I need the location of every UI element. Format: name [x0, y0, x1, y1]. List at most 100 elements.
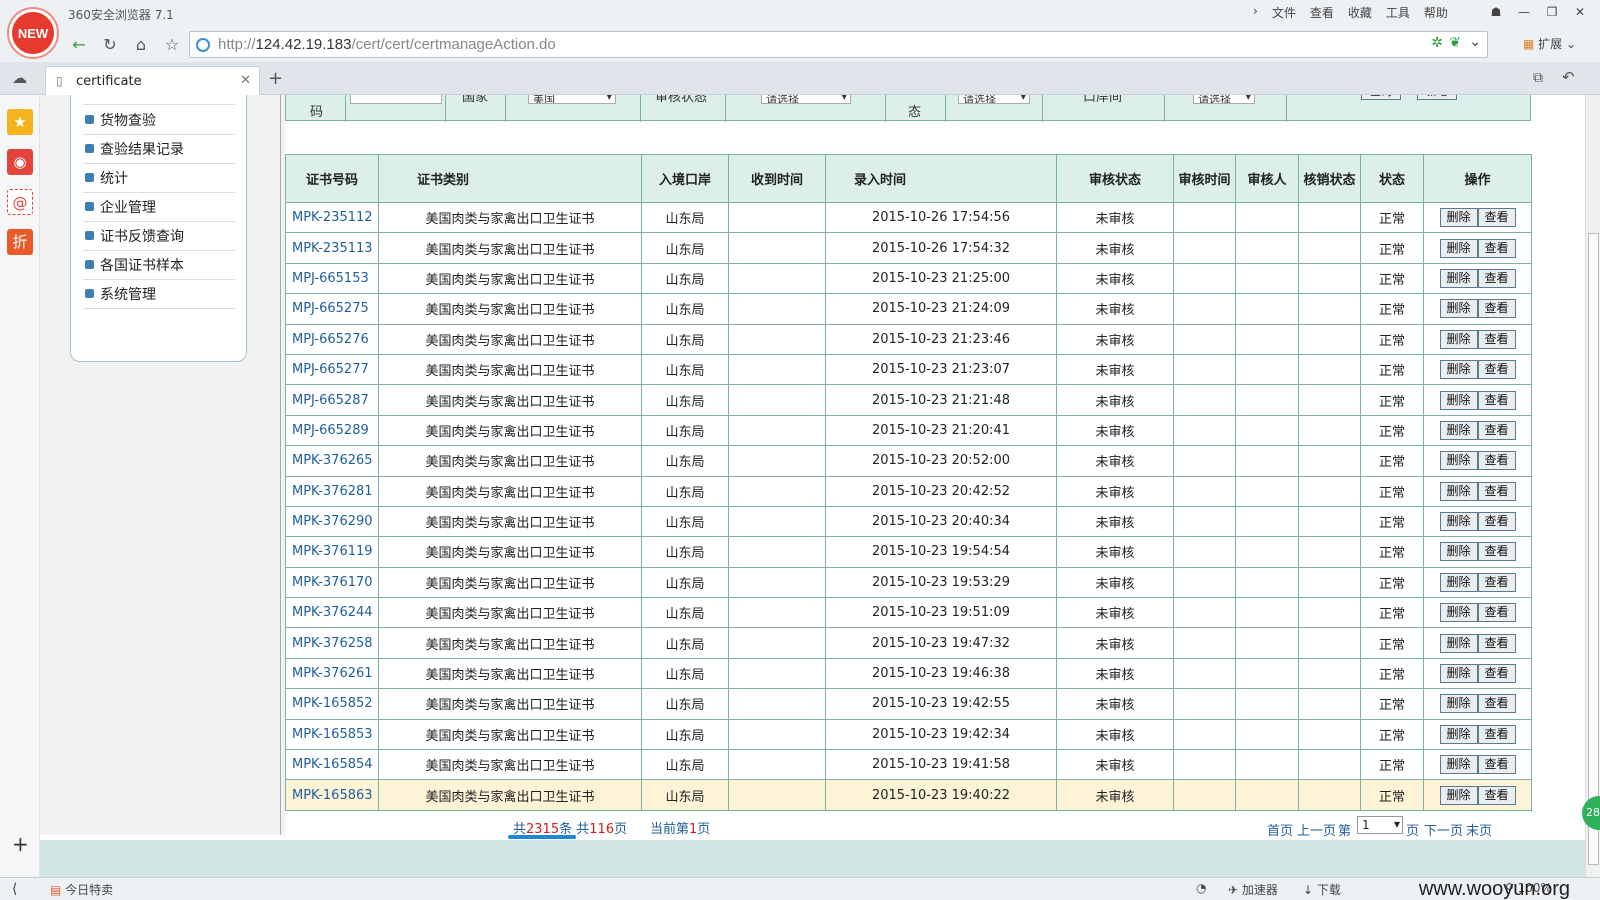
delete-button[interactable]: 删除: [1439, 755, 1478, 775]
table-row[interactable]: MPK-376119 美国肉类与家禽出口卫生证书 山东局 2015-10-23 19:…: [285, 536, 1532, 568]
table-row[interactable]: MPJ-665153 美国肉类与家禽出口卫生证书 山东局 2015-10-23 21:…: [285, 262, 1532, 295]
delete-button[interactable]: 删除: [1439, 329, 1478, 349]
delete-button[interactable]: 删除: [1439, 724, 1478, 744]
table-row[interactable]: MPK-235112 美国肉类与家禽出口卫生证书 山东局 2015-10-26 17:…: [285, 201, 1532, 234]
cell-cert-no[interactable]: MPK-376290: [285, 505, 379, 538]
table-row[interactable]: MPJ-665287 美国肉类与家禽出口卫生证书 山东局 2015-10-23 21:…: [285, 384, 1532, 416]
delete-button[interactable]: 删除: [1439, 360, 1478, 380]
cell-cert-no[interactable]: MPK-376281: [285, 475, 379, 507]
view-button[interactable]: 查看: [1477, 360, 1516, 380]
menu-item-feedback[interactable]: 证书反馈查询: [83, 222, 235, 251]
cloud-icon[interactable]: ☁: [12, 69, 27, 87]
accelerator-button[interactable]: ✈ 加速器: [1228, 881, 1278, 898]
delete-button[interactable]: 删除: [1439, 633, 1478, 653]
menu-tools[interactable]: 工具: [1386, 4, 1410, 21]
url-input[interactable]: http://124.42.19.183/cert/cert/certmanag…: [189, 31, 1488, 58]
view-button[interactable]: 查看: [1477, 542, 1516, 562]
cell-cert-no[interactable]: MPK-165853: [285, 718, 379, 751]
add-sidebar-icon[interactable]: +: [12, 832, 29, 856]
cell-cert-no[interactable]: MPJ-665289: [285, 414, 379, 447]
col-header-cert-no[interactable]: 证书号码: [285, 154, 379, 203]
favorites-star-icon[interactable]: ★: [7, 109, 33, 135]
col-header-review-time[interactable]: 审核时间: [1173, 154, 1236, 203]
cell-cert-no[interactable]: MPK-165854: [285, 749, 379, 781]
skin-icon[interactable]: ☗: [1482, 2, 1510, 22]
cell-cert-no[interactable]: MPK-376119: [285, 536, 379, 568]
new-tab-icon[interactable]: +: [268, 68, 283, 89]
menu-item-enterprise[interactable]: 企业管理: [83, 193, 235, 222]
query-button[interactable]: 查询: [1361, 95, 1401, 100]
table-row[interactable]: MPK-376265 美国肉类与家禽出口卫生证书 山东局 2015-10-23 20:…: [285, 445, 1532, 477]
view-button[interactable]: 查看: [1477, 664, 1516, 684]
table-row[interactable]: MPK-376258 美国肉类与家禽出口卫生证书 山东局 2015-10-23 19:…: [285, 627, 1532, 659]
delete-button[interactable]: 删除: [1439, 420, 1478, 440]
table-row[interactable]: MPK-165852 美国肉类与家禽出口卫生证书 山东局 2015-10-23 19:…: [285, 688, 1532, 720]
delete-button[interactable]: 删除: [1439, 268, 1478, 288]
col-header-entered[interactable]: 录入时间: [825, 154, 1057, 203]
table-row[interactable]: MPK-376290 美国肉类与家禽出口卫生证书 山东局 2015-10-23 20:…: [285, 505, 1532, 538]
cell-cert-no[interactable]: MPK-376244: [285, 597, 379, 629]
menu-favorites[interactable]: 收藏: [1348, 4, 1372, 21]
pager-first[interactable]: 首页: [1267, 820, 1293, 839]
port-select[interactable]: 请选择 ▾: [1193, 95, 1255, 104]
cell-cert-no[interactable]: MPJ-665287: [285, 384, 379, 416]
discount-icon[interactable]: 折: [7, 229, 33, 255]
delete-button[interactable]: 删除: [1439, 512, 1478, 532]
delete-button[interactable]: 删除: [1439, 542, 1478, 562]
col-header-port[interactable]: 入境口岸: [641, 154, 729, 203]
cell-cert-no[interactable]: MPJ-665275: [285, 293, 379, 325]
cell-cert-no[interactable]: MPJ-665276: [285, 323, 379, 355]
view-button[interactable]: 查看: [1477, 603, 1516, 623]
cell-cert-no[interactable]: MPK-376258: [285, 627, 379, 659]
col-header-status[interactable]: 状态: [1360, 154, 1424, 203]
home-icon[interactable]: ⌂: [129, 33, 153, 57]
view-button[interactable]: 查看: [1477, 481, 1516, 501]
review-status-select[interactable]: 请选择 ▾: [761, 95, 851, 104]
minimize-icon[interactable]: —: [1510, 2, 1538, 22]
col-header-cert-type[interactable]: 证书类别: [378, 154, 642, 203]
page-select[interactable]: 1 ▾: [1357, 816, 1403, 834]
maximize-icon[interactable]: ❐: [1538, 2, 1566, 22]
add-button[interactable]: 新增: [1417, 95, 1457, 100]
cell-cert-no[interactable]: MPJ-665277: [285, 353, 379, 386]
table-row[interactable]: MPK-376281 美国肉类与家禽出口卫生证书 山东局 2015-10-23 20:…: [285, 475, 1532, 507]
view-button[interactable]: 查看: [1477, 208, 1516, 228]
tab-list-icon[interactable]: ⧉: [1533, 70, 1543, 86]
view-button[interactable]: 查看: [1477, 512, 1516, 532]
view-button[interactable]: 查看: [1477, 694, 1516, 714]
tab-close-icon[interactable]: ✕: [240, 73, 251, 88]
cell-cert-no[interactable]: MPK-235113: [285, 232, 379, 264]
mail-icon[interactable]: @: [7, 189, 33, 215]
col-header-reviewer[interactable]: 审核人: [1235, 154, 1299, 203]
table-row[interactable]: MPK-376244 美国肉类与家禽出口卫生证书 山东局 2015-10-23 19:…: [285, 597, 1532, 629]
menu-item-system[interactable]: 系统管理: [83, 280, 235, 309]
view-button[interactable]: 查看: [1477, 299, 1516, 319]
extensions-button[interactable]: ▦ 扩展 ⌄: [1523, 35, 1576, 52]
browser-logo[interactable]: NEW: [9, 9, 57, 57]
menu-item-statistics[interactable]: 统计: [83, 164, 235, 193]
menu-view[interactable]: 查看: [1310, 4, 1334, 21]
view-button[interactable]: 查看: [1477, 755, 1516, 775]
speed-icon[interactable]: ◔: [1196, 881, 1206, 895]
table-row[interactable]: MPJ-665275 美国肉类与家禽出口卫生证书 山东局 2015-10-23 21:…: [285, 293, 1532, 325]
view-button[interactable]: 查看: [1477, 420, 1516, 440]
pager-prev[interactable]: 上一页: [1297, 820, 1336, 839]
scroll-thumb[interactable]: [1588, 233, 1599, 865]
cell-cert-no[interactable]: MPK-165852: [285, 688, 379, 720]
cell-cert-no[interactable]: MPK-376261: [285, 657, 379, 690]
download-button[interactable]: ↓ 下载: [1303, 881, 1341, 898]
star-icon[interactable]: ☆: [160, 33, 184, 57]
menu-item-cargo-inspection[interactable]: 货物查验: [83, 106, 235, 135]
country-select[interactable]: 美国 ▾: [528, 95, 616, 104]
menu-file[interactable]: 文件: [1272, 4, 1296, 21]
delete-button[interactable]: 删除: [1439, 664, 1478, 684]
delete-button[interactable]: 删除: [1439, 390, 1478, 410]
table-row[interactable]: MPK-165853 美国肉类与家禽出口卫生证书 山东局 2015-10-23 19:…: [285, 718, 1532, 751]
pager-next[interactable]: 下一页: [1424, 820, 1463, 839]
deals-link[interactable]: ▤ 今日特卖: [50, 881, 113, 898]
cell-cert-no[interactable]: MPJ-665153: [285, 262, 379, 295]
delete-button[interactable]: 删除: [1439, 603, 1478, 623]
delete-button[interactable]: 删除: [1439, 694, 1478, 714]
cell-cert-no[interactable]: MPK-376265: [285, 445, 379, 477]
view-button[interactable]: 查看: [1477, 390, 1516, 410]
